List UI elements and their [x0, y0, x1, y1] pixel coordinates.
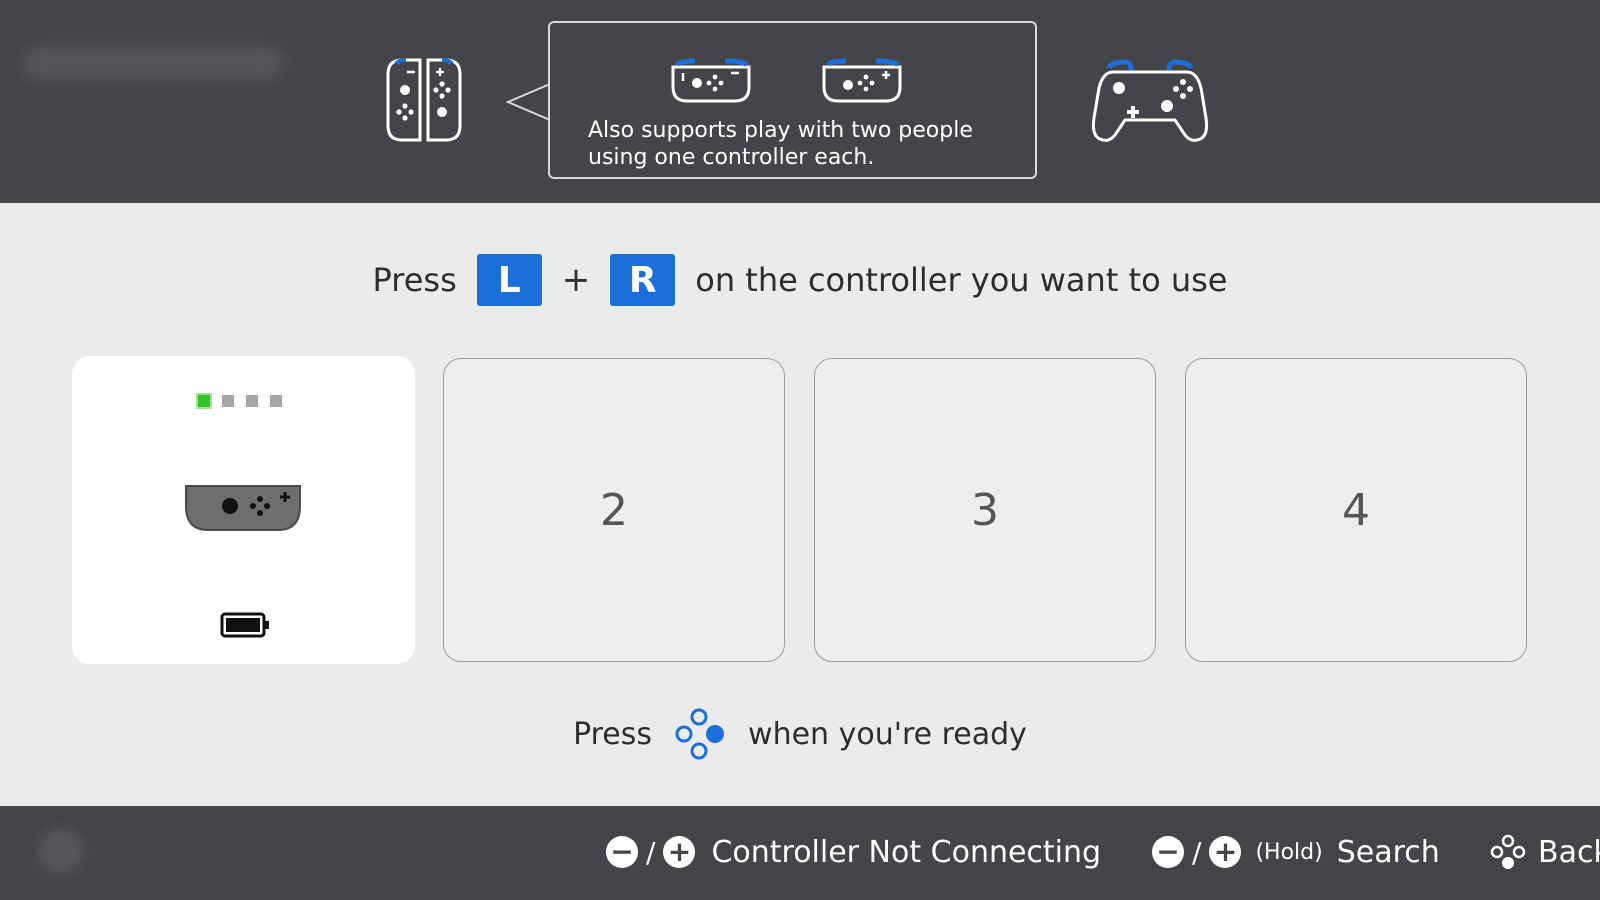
- blurred-icon: [38, 828, 84, 874]
- a-button-icon[interactable]: [670, 708, 730, 760]
- player-slot-4[interactable]: 4: [1185, 358, 1527, 662]
- instruction-plus: +: [561, 260, 591, 300]
- sideways-joycon-right-icon: [822, 58, 902, 103]
- slot-number: 2: [600, 484, 628, 536]
- battery-icon: [220, 612, 269, 638]
- player-slot-2[interactable]: 2: [443, 358, 785, 662]
- pro-controller-icon: [1091, 59, 1209, 142]
- bottom-bar: − / + Controller Not Connecting − / + (H…: [0, 806, 1600, 900]
- instruction-rest-text: on the controller you want to use: [695, 261, 1228, 299]
- plus-button-icon: +: [1209, 836, 1242, 868]
- instruction-press-text: Press: [372, 261, 457, 299]
- minus-button-icon: −: [1152, 836, 1184, 868]
- joycon-pair-icon: [386, 58, 462, 142]
- info-bubble: Also supports play with two people using…: [548, 21, 1037, 179]
- plus-button-icon: +: [663, 836, 696, 868]
- bubble-text: Also supports play with two people using…: [588, 117, 1018, 171]
- slash: /: [646, 835, 656, 869]
- minus-button-icon: −: [606, 836, 638, 868]
- slot-number: 3: [971, 484, 999, 536]
- search-hint[interactable]: − / + (Hold) Search: [1152, 830, 1440, 874]
- bubble-tail: [506, 83, 552, 121]
- player-led: [198, 395, 210, 407]
- slot-number: 4: [1342, 484, 1370, 536]
- bubble-text-line-1: Also supports play with two people: [588, 118, 973, 143]
- bubble-text-line-2: using one controller each.: [588, 145, 875, 170]
- back-hint[interactable]: Back: [1490, 830, 1600, 874]
- b-button-icon: [1490, 834, 1526, 869]
- hold-label: (Hold): [1255, 839, 1323, 865]
- top-bar: Also supports play with two people using…: [0, 0, 1600, 203]
- sideways-joycon-left-icon: [671, 58, 751, 103]
- ready-press-text: Press: [573, 716, 653, 752]
- pairing-instruction: Press L + R on the controller you want t…: [0, 252, 1600, 308]
- ready-rest-text: when you're ready: [748, 716, 1027, 752]
- ready-instruction: Press when you're ready: [0, 706, 1600, 762]
- blurred-title: [22, 46, 284, 80]
- r-button-key: R: [610, 254, 676, 306]
- l-button-key: L: [476, 254, 542, 306]
- player-led: [270, 395, 282, 407]
- search-label: Search: [1336, 834, 1440, 870]
- sideways-joycon-icon: [185, 485, 301, 531]
- controller-not-connecting-hint[interactable]: − / + Controller Not Connecting: [606, 830, 1101, 874]
- controller-not-connecting-label: Controller Not Connecting: [711, 834, 1102, 870]
- player-slot-1[interactable]: [72, 356, 415, 664]
- player-led: [246, 395, 258, 407]
- back-label: Back: [1538, 834, 1600, 870]
- player-led: [222, 395, 234, 407]
- slash: /: [1192, 835, 1202, 869]
- player-slot-3[interactable]: 3: [814, 358, 1156, 662]
- player-indicator-leds: [198, 395, 282, 407]
